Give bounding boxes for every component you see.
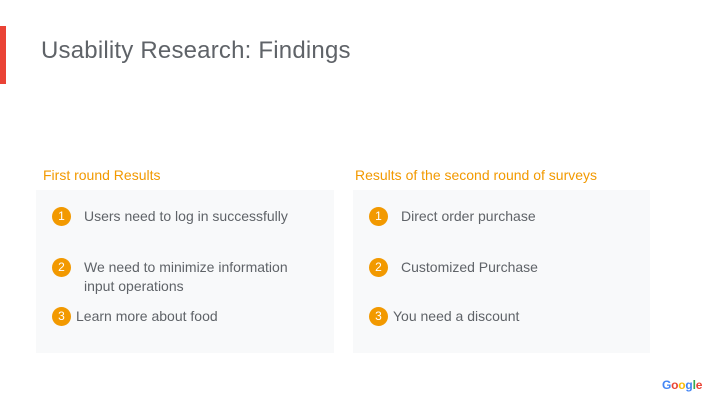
second-round-item-3: 3 You need a discount bbox=[369, 307, 644, 326]
google-logo: Google bbox=[662, 378, 702, 392]
finding-text: We need to minimize information input op… bbox=[84, 259, 288, 294]
finding-text: Customized Purchase bbox=[401, 259, 538, 275]
number-badge: 3 bbox=[369, 307, 388, 326]
number-badge: 2 bbox=[52, 258, 71, 277]
logo-letter: G bbox=[662, 378, 672, 392]
logo-letter: g bbox=[685, 378, 693, 392]
finding-text: You need a discount bbox=[393, 308, 520, 324]
first-round-item-1: 1 Users need to log in successfully bbox=[52, 207, 327, 226]
slide: Usability Research: Findings First round… bbox=[0, 0, 720, 405]
finding-text: Users need to log in successfully bbox=[84, 208, 288, 224]
first-round-panel: 1 Users need to log in successfully 2 We… bbox=[36, 190, 334, 353]
second-round-panel: 1 Direct order purchase 2 Customized Pur… bbox=[353, 190, 650, 353]
logo-letter: e bbox=[695, 378, 703, 392]
first-round-heading: First round Results bbox=[43, 167, 161, 183]
finding-text: Direct order purchase bbox=[401, 208, 536, 224]
second-round-item-2: 2 Customized Purchase bbox=[369, 258, 644, 277]
number-badge: 1 bbox=[369, 207, 388, 226]
finding-text: Learn more about food bbox=[76, 308, 218, 324]
number-badge: 2 bbox=[369, 258, 388, 277]
slide-title: Usability Research: Findings bbox=[41, 37, 351, 64]
number-badge: 3 bbox=[52, 307, 71, 326]
second-round-item-1: 1 Direct order purchase bbox=[369, 207, 644, 226]
first-round-item-3: 3 Learn more about food bbox=[52, 307, 327, 326]
second-round-heading: Results of the second round of surveys bbox=[355, 167, 598, 183]
number-badge: 1 bbox=[52, 207, 71, 226]
title-accent-bar bbox=[0, 26, 6, 84]
first-round-item-2: 2 We need to minimize information input … bbox=[52, 258, 327, 296]
